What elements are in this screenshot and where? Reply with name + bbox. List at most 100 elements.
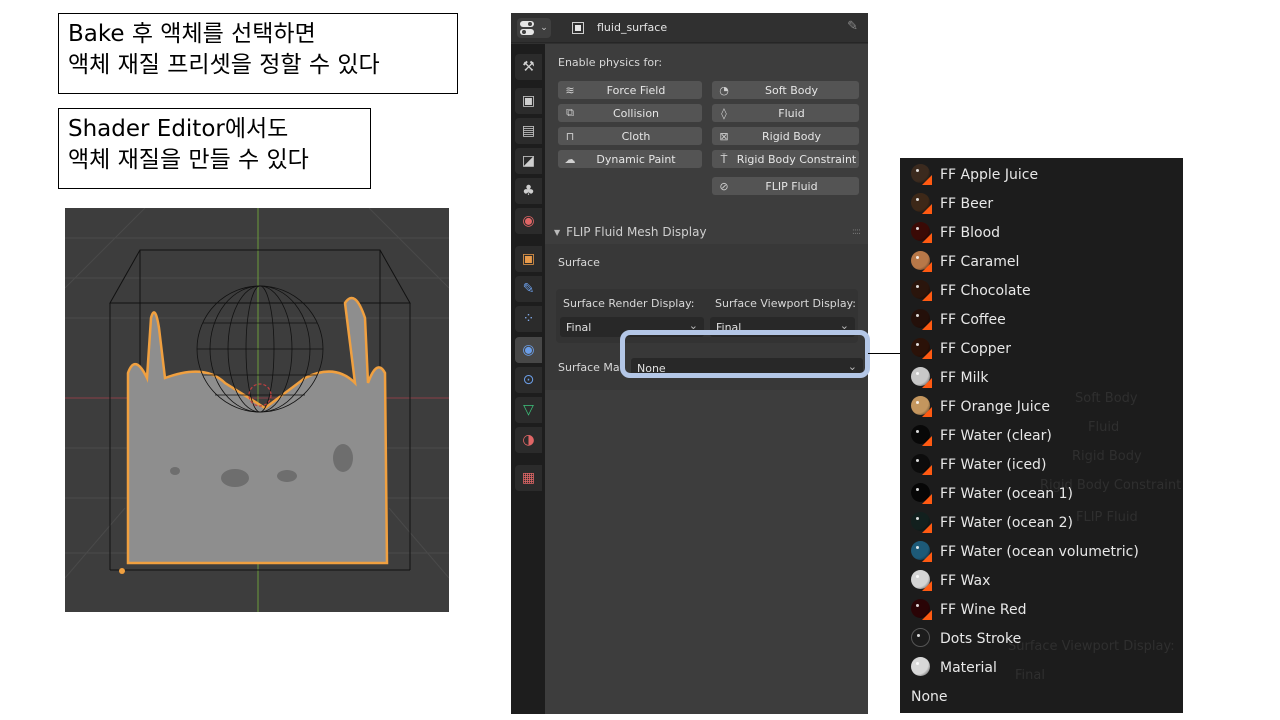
material-item[interactable]: FF Blood	[900, 218, 1183, 247]
material-icon: ◑	[522, 432, 535, 448]
rigid-body-icon: ⊠	[719, 129, 729, 143]
tab-modifiers[interactable]: ✎	[515, 276, 542, 302]
constraints-icon: ⊙	[522, 372, 535, 388]
material-item[interactable]: Dots Stroke	[900, 624, 1183, 653]
particles-icon: ⁘	[522, 311, 535, 327]
cloth-button[interactable]: ⊓ Cloth	[558, 127, 702, 145]
surface-label: Surface	[558, 256, 600, 269]
tab-data[interactable]: ▽	[515, 397, 542, 423]
chevron-down-icon: ⌄	[847, 360, 857, 373]
subpanel-title: FLIP Fluid Mesh Display	[566, 225, 707, 239]
editor-type-button[interactable]: ⌄	[517, 18, 551, 38]
material-item-label: FF Water (ocean 2)	[940, 514, 1073, 531]
view-layer-icon: ◪	[521, 153, 536, 169]
tab-material[interactable]: ◑	[515, 427, 542, 453]
physics-properties: Enable physics for: ≋ Force Field ◔ Soft B…	[545, 44, 868, 714]
object-icon	[572, 22, 584, 34]
material-item[interactable]: FF Chocolate	[900, 276, 1183, 305]
force-field-icon: ≋	[565, 83, 575, 97]
material-item[interactable]: FF Water (clear)	[900, 421, 1183, 450]
rigid-body-button[interactable]: ⊠ Rigid Body	[712, 127, 859, 145]
tab-texture[interactable]: ▦	[515, 465, 542, 491]
force-field-button[interactable]: ≋ Force Field	[558, 81, 702, 99]
surface-material-menu: Soft Body Fluid Rigid Body Rigid Body Co…	[900, 158, 1183, 713]
fluid-drop-icon: ◊	[721, 106, 727, 120]
surface-material-dropdown[interactable]: None ⌄	[631, 358, 863, 378]
material-preview-icon	[911, 164, 932, 185]
tab-constraints[interactable]: ⊙	[515, 367, 542, 393]
display-settings-box: Surface Render Display: Surface Viewport…	[556, 289, 858, 343]
material-preview-icon	[911, 628, 932, 649]
tab-render[interactable]: ▣	[515, 88, 542, 114]
flip-fluid-mesh-display-header[interactable]: ▼ FLIP Fluid Mesh Display ::::	[545, 220, 868, 244]
fluid-button[interactable]: ◊ Fluid	[712, 104, 859, 122]
object-name: fluid_surface	[597, 21, 668, 34]
material-item-label: FF Coffee	[940, 311, 1006, 328]
dynamic-paint-button[interactable]: ☁ Dynamic Paint	[558, 150, 702, 168]
material-preview-icon	[911, 309, 932, 330]
tab-tool[interactable]: ⚒	[515, 54, 542, 80]
material-item-label: FF Wax	[940, 572, 991, 589]
drag-grip-icon[interactable]: ::::	[852, 227, 861, 237]
collapse-triangle-icon: ▼	[554, 227, 561, 237]
material-item[interactable]: FF Wine Red	[900, 595, 1183, 624]
material-item[interactable]: FF Coffee	[900, 305, 1183, 334]
material-item-label: FF Milk	[940, 369, 989, 386]
material-preview-icon	[911, 512, 932, 533]
material-preview-icon	[911, 541, 932, 562]
material-item[interactable]: FF Water (ocean 2)	[900, 508, 1183, 537]
tab-scene[interactable]: ♣	[515, 178, 542, 204]
object-icon: ▣	[521, 251, 536, 267]
material-item-label: FF Beer	[940, 195, 994, 212]
material-item[interactable]: FF Water (ocean volumetric)	[900, 537, 1183, 566]
tab-object[interactable]: ▣	[515, 246, 542, 272]
tab-physics[interactable]: ◉	[515, 337, 542, 363]
chevron-down-icon: ⌄	[688, 319, 698, 332]
material-preview-icon	[911, 251, 932, 272]
material-item[interactable]: FF Orange Juice	[900, 392, 1183, 421]
material-item[interactable]: None	[900, 682, 1183, 711]
tab-world[interactable]: ◉	[515, 208, 542, 234]
material-preview-icon	[911, 367, 932, 388]
material-item[interactable]: FF Apple Juice	[900, 160, 1183, 189]
properties-tabs: ⚒ ▣ ▤ ◪ ♣ ◉ ▣ ✎ ⁘ ◉ ⊙ ▽ ◑ ▦	[511, 44, 545, 714]
tab-view-layer[interactable]: ◪	[515, 148, 542, 174]
material-item-label: None	[911, 688, 948, 705]
material-item[interactable]: FF Wax	[900, 566, 1183, 595]
cloth-icon: ⊓	[565, 129, 575, 143]
flip-fluid-button[interactable]: ⊘ FLIP Fluid	[712, 177, 859, 195]
viewport-display-dropdown[interactable]: Final ⌄	[710, 317, 855, 337]
data-icon: ▽	[523, 402, 534, 418]
material-item[interactable]: FF Caramel	[900, 247, 1183, 276]
material-preview-icon	[911, 193, 932, 214]
soft-body-button[interactable]: ◔ Soft Body	[712, 81, 859, 99]
3d-viewport[interactable]	[65, 208, 449, 612]
material-item[interactable]: FF Water (iced)	[900, 450, 1183, 479]
material-item[interactable]: FF Beer	[900, 189, 1183, 218]
pin-icon[interactable]: ✎	[847, 19, 858, 34]
material-preview-icon	[911, 570, 932, 591]
collision-button[interactable]: ⧉ Collision	[558, 104, 702, 122]
material-item-label: FF Copper	[940, 340, 1012, 357]
object-origin	[119, 568, 125, 574]
material-item-label: FF Water (clear)	[940, 427, 1052, 444]
material-item[interactable]: FF Water (ocean 1)	[900, 479, 1183, 508]
rigid-body-constraint-icon: Ť	[720, 152, 728, 166]
render-display-dropdown[interactable]: Final ⌄	[560, 317, 704, 337]
surface-material-label: Surface Mat	[558, 361, 624, 374]
material-item[interactable]: FF Copper	[900, 334, 1183, 363]
material-item-label: FF Blood	[940, 224, 1001, 241]
tab-output[interactable]: ▤	[515, 118, 542, 144]
physics-icon: ◉	[522, 342, 535, 358]
material-item[interactable]: Material	[900, 653, 1183, 682]
tool-icon: ⚒	[522, 59, 535, 75]
texture-icon: ▦	[521, 470, 536, 486]
tab-particles[interactable]: ⁘	[515, 306, 542, 332]
material-preview-icon	[911, 338, 932, 359]
scene-icon: ♣	[522, 183, 535, 199]
material-item[interactable]: FF Milk	[900, 363, 1183, 392]
viewport-display-label: Surface Viewport Display:	[715, 297, 857, 310]
material-preview-icon	[911, 222, 932, 243]
rigid-body-constraint-button[interactable]: Ť Rigid Body Constraint	[712, 150, 859, 168]
material-preview-icon	[911, 599, 932, 620]
